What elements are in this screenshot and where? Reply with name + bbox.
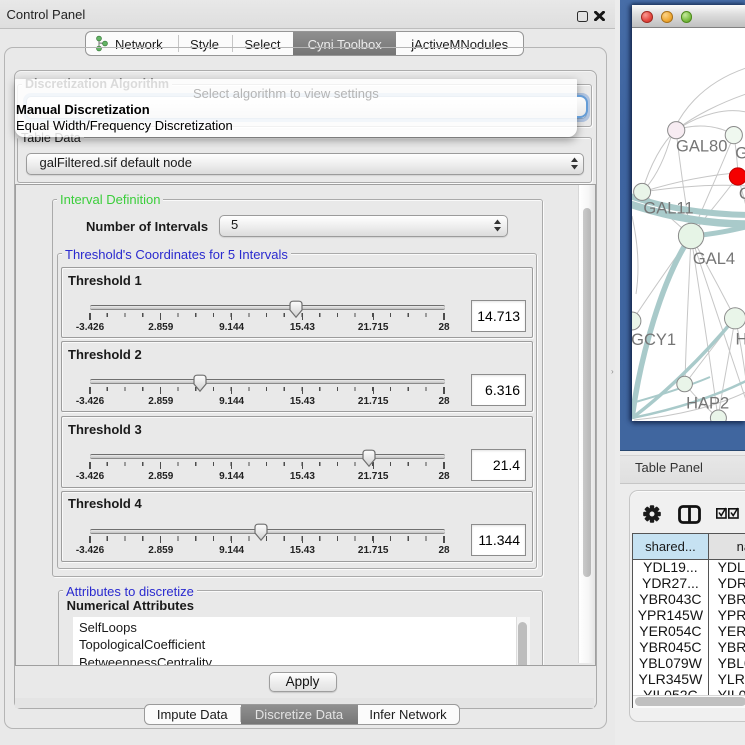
svg-text:HAP2: HAP2 xyxy=(686,395,729,413)
svg-text:GAL11: GAL11 xyxy=(643,199,693,217)
svg-text:C: C xyxy=(738,185,744,203)
svg-text:GAL80: GAL80 xyxy=(676,138,727,156)
svg-text:GA: GA xyxy=(735,145,745,163)
svg-text:GCY1: GCY1 xyxy=(632,331,676,349)
svg-text:GAL4: GAL4 xyxy=(692,250,734,268)
svg-text:H: H xyxy=(735,330,745,348)
